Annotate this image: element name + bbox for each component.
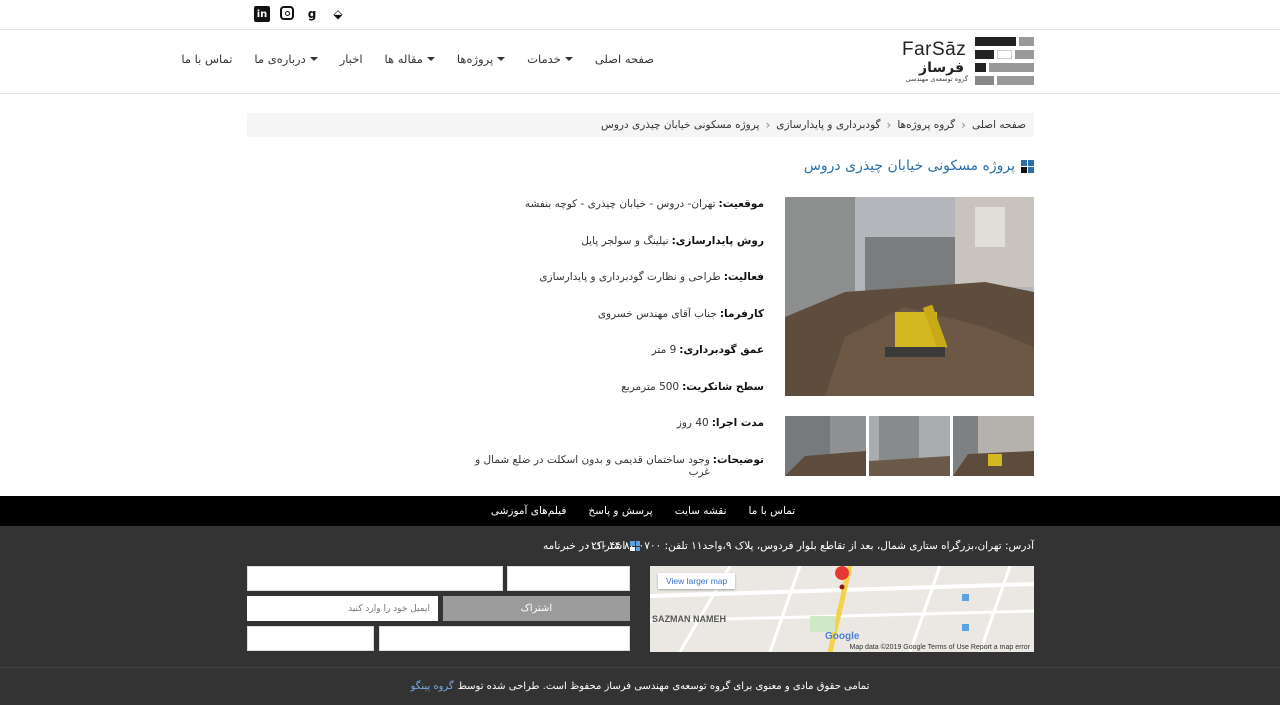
nav-home[interactable]: صفحه اصلی [595, 52, 654, 66]
caret-down-icon [564, 57, 573, 61]
page-title: پروژه مسکونی خیابان چیذری دروس [804, 158, 1034, 174]
logo-english: FarSāz [902, 39, 967, 60]
logo-persian: فرساز [919, 60, 964, 76]
logo-subtitle: گروه توسعه‌ی مهندسی [905, 75, 968, 83]
footer-link-sitemap[interactable]: نقشه سایت [675, 505, 727, 517]
project-main-photo[interactable] [785, 197, 1034, 396]
nav-projects[interactable]: پروژه‌ها [457, 52, 506, 66]
newsletter-lastname-field[interactable] [507, 566, 630, 591]
footer-link-faq[interactable]: پرسش و پاسخ [588, 505, 652, 517]
breadcrumb-home[interactable]: صفحه اصلی [972, 119, 1026, 131]
google-plus-icon[interactable]: g [304, 6, 320, 22]
detail-activity: فعالیت: طراحی و نظارت گودبرداری و پایدارس… [539, 271, 764, 283]
detail-client: کارفرما: جناب آقای مهندس خسروی [597, 307, 764, 320]
project-thumbnail-2[interactable] [869, 416, 950, 476]
nav-contact[interactable]: تماس با ما [181, 52, 232, 66]
subscribe-button[interactable]: اشتراک [443, 596, 630, 621]
footer-link-videos[interactable]: فیلم‌های آموزشی [491, 505, 567, 517]
project-details: موقعیت: تهران- دروس - خیابان چیذری - کوچه… [464, 198, 764, 490]
social-links: in g ⬙ [254, 6, 346, 22]
detail-depth: عمق گودبرداری: 9 متر [651, 344, 764, 356]
chevron-left-icon: ‹ [765, 118, 771, 132]
footer-links: تماس با ما نقشه سایت پرسش و پاسخ فیلم‌ها… [0, 496, 1280, 526]
nav-services[interactable]: خدمات [527, 52, 573, 66]
copyright-text: تمامی حقوق مادی و معنوی برای گروه توسعه‌… [457, 681, 870, 692]
breadcrumb-projects[interactable]: گروه پروژه‌ها [897, 119, 955, 131]
chevron-left-icon: ‹ [886, 118, 892, 132]
instagram-icon[interactable] [280, 6, 294, 20]
footer-address: آدرس: تهران،بزرگراه ستاری شمال، بعد از ت… [585, 540, 1034, 552]
footer-link-contact[interactable]: تماس با ما [749, 505, 796, 517]
grid-icon [1021, 159, 1034, 173]
project-thumbnail-3[interactable] [953, 416, 1034, 476]
breadcrumb-current: پروژه مسکونی خیابان چیذری دروس [601, 119, 760, 131]
nav-news[interactable]: اخبار [340, 52, 363, 66]
main-nav: صفحه اصلی خدمات پروژه‌ها مقاله ها اخبار … [181, 52, 654, 66]
grid-icon [630, 541, 641, 551]
caret-down-icon [309, 57, 318, 61]
newsletter-name-field[interactable] [247, 566, 503, 591]
nav-about[interactable]: درباره‌ی ما [254, 52, 318, 66]
chevron-left-icon: ‹ [961, 118, 966, 132]
newsletter-field-3[interactable] [247, 626, 374, 651]
detail-method: روش پایدارسازی: نیلینگ و سولجر پایل [581, 234, 764, 247]
detail-shotcrete: سطح شاتکریت: 500 مترمربع [621, 380, 764, 393]
breadcrumb: صفحه اصلی ‹ گروه پروژه‌ها ‹ گودبرداری و … [247, 113, 1034, 137]
designer-link[interactable]: گروه پینگو [411, 681, 454, 692]
detail-notes: توضیحات: وجود ساختمان قدیمی و بدون اسکلت … [475, 453, 764, 478]
detail-location: موقعیت: تهران- دروس - خیابان چیذری - کوچه… [524, 198, 764, 210]
newsletter-field-4[interactable] [379, 626, 630, 651]
view-larger-map-link[interactable]: View larger map [658, 573, 736, 589]
email-field[interactable] [247, 596, 438, 621]
detail-duration: مدت اجرا: 40 روز [676, 417, 764, 429]
page-title-text: پروژه مسکونی خیابان چیذری دروس [803, 158, 1015, 174]
site-logo[interactable]: FarSāz فرساز گروه توسعه‌ی مهندسی [902, 37, 1034, 85]
caret-down-icon [426, 57, 435, 61]
site-header: صفحه اصلی خدمات پروژه‌ها مقاله ها اخبار … [0, 30, 1280, 94]
copyright-bar: تمامی حقوق مادی و معنوی برای گروه توسعه‌… [0, 667, 1280, 705]
linkedin-icon[interactable]: in [254, 6, 270, 22]
logo-bricks-icon [975, 37, 1034, 85]
google-logo: Google [825, 631, 860, 642]
project-thumbnail-1[interactable] [785, 416, 866, 476]
footer-main: آدرس: تهران،بزرگراه ستاری شمال، بعد از ت… [0, 526, 1280, 667]
breadcrumb-category[interactable]: گودبرداری و پایدارسازی [776, 119, 880, 131]
map-attribution[interactable]: Map data ©2019 Google Terms of Use Repor… [849, 644, 1030, 651]
caret-down-icon [497, 57, 506, 61]
nav-articles[interactable]: مقاله ها [385, 52, 435, 66]
map-place-label: SAZMAN NAMEH [652, 614, 726, 624]
location-map[interactable]: View larger map SAZMAN NAMEH Google Map … [650, 566, 1034, 652]
foursquare-icon[interactable]: ⬙ [330, 6, 346, 22]
top-bar: in g ⬙ [0, 0, 1280, 30]
newsletter-title: اشتراک در خبرنامه [543, 540, 641, 552]
